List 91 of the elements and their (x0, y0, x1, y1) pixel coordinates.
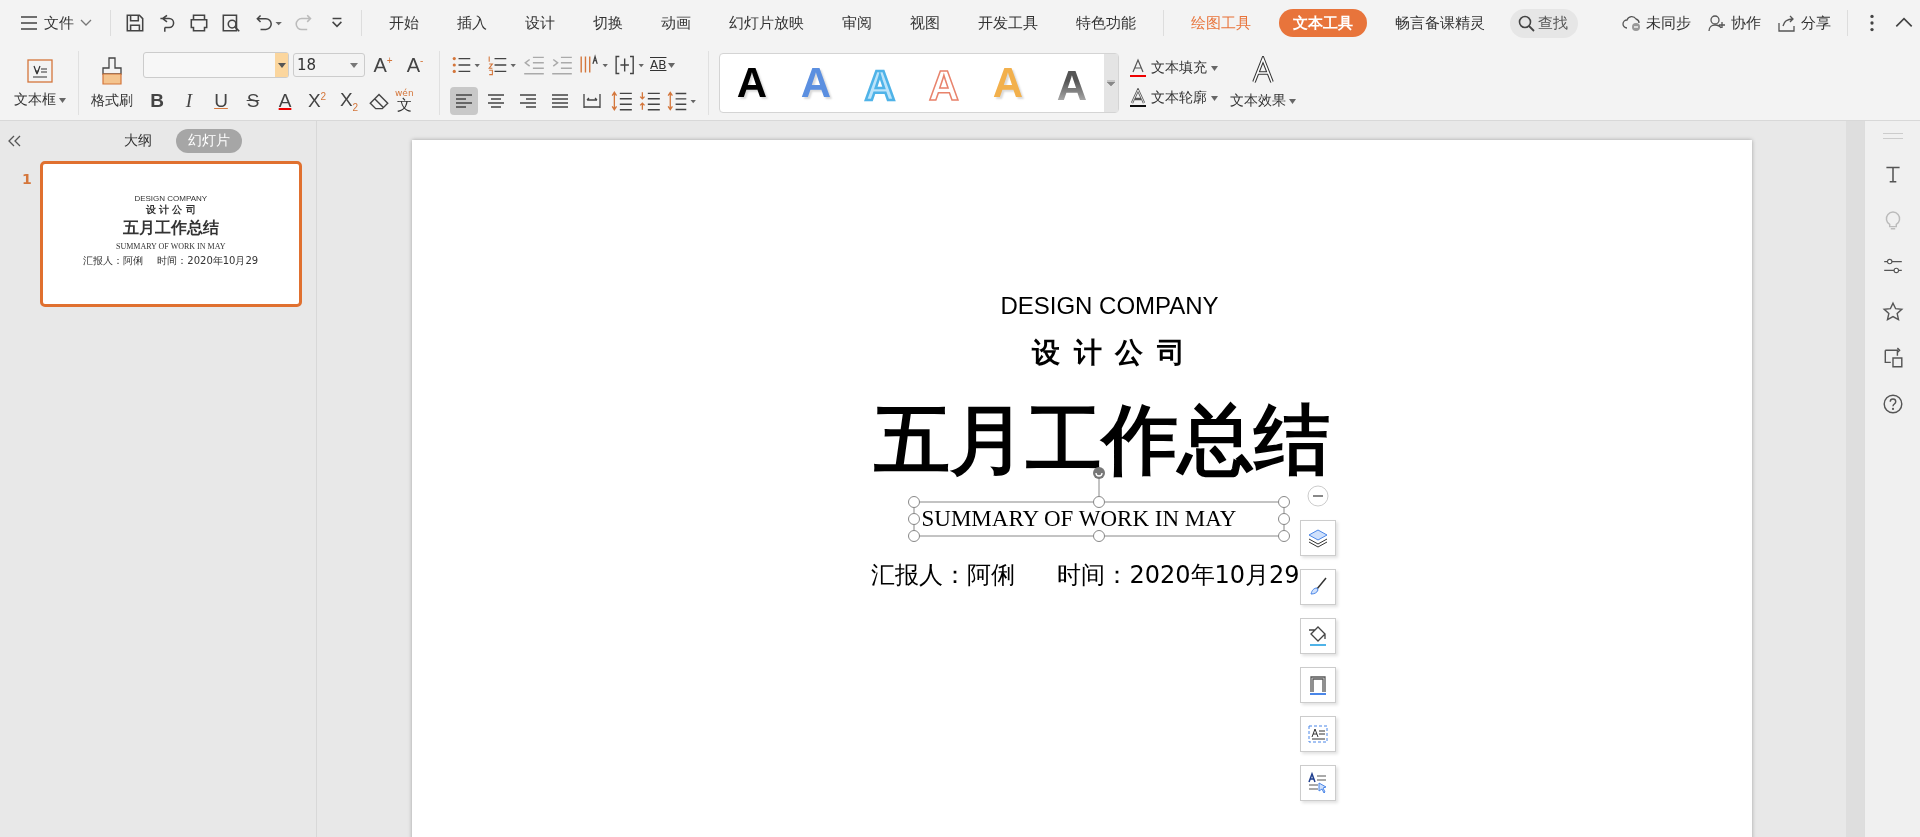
text-select-button[interactable] (1299, 765, 1336, 801)
toolbar-action-button[interactable]: 协作 (1707, 13, 1761, 33)
text-outline-icon (1129, 88, 1147, 108)
font-size-button[interactable]: A$^{-}$ (401, 53, 429, 77)
panel-tab[interactable]: 大纲 (112, 129, 164, 153)
scrollbar[interactable] (1846, 121, 1864, 837)
ribbon-tab[interactable]: 幻灯片放映 (719, 9, 814, 37)
font-name-field[interactable] (143, 52, 289, 78)
textbox-icon (25, 57, 55, 85)
company-name-text: 设 计 公 司 (1031, 335, 1188, 371)
align-distributed-icon (582, 92, 602, 110)
format-painter-button[interactable]: 格式刷 (85, 56, 139, 110)
ribbon-tab[interactable]: 插入 (447, 9, 497, 37)
align-left-icon (454, 92, 474, 110)
caret-icon (1211, 95, 1218, 101)
line-spacing-icon[interactable] (610, 89, 634, 113)
text-fill-icon (1129, 58, 1147, 78)
thumbnail-text: 设 计 公 司 (145, 203, 196, 217)
slide-number: 1 (22, 171, 32, 187)
text-effects-button[interactable]: 文本效果 (1224, 56, 1302, 110)
text-box-icon (1305, 722, 1330, 746)
share-icon (1777, 14, 1797, 32)
phonetic-guide-button[interactable]: wén 文 (395, 89, 414, 113)
slide-title: 五月工作总结 (873, 402, 1330, 478)
format-button[interactable]: B (143, 90, 171, 112)
thumbnail-text: 时间：2020年10月29 (157, 254, 259, 268)
slide-thumbnail[interactable]: DESIGN COMPANY 设 计 公 司 五月工作总结 SUMMARY OF WORK IN MAY 汇报人：阿俐 时间：2020年10月29 (39, 161, 302, 307)
align-text-icon[interactable] (614, 53, 646, 77)
spacing-options-icon[interactable] (666, 89, 698, 113)
ribbon-tab[interactable]: 畅言备课精灵 (1385, 9, 1495, 37)
star-icon[interactable] (1881, 301, 1904, 323)
thumbnail-title: 五月工作总结 (122, 218, 219, 239)
search-button[interactable]: 查找 (1510, 8, 1578, 38)
format-button[interactable]: S (239, 90, 267, 112)
caret-icon[interactable] (277, 62, 286, 68)
numbered-list-icon[interactable] (486, 53, 518, 77)
font-size-field[interactable]: 18 (293, 53, 365, 77)
thumbnail-text: DESIGN COMPANY (134, 194, 208, 203)
ribbon-tab[interactable]: 开发工具 (968, 9, 1048, 37)
align-justify-icon (550, 92, 570, 110)
align-center-icon (486, 92, 506, 110)
save-icon[interactable] (124, 12, 146, 34)
format-button[interactable]: A (271, 90, 299, 112)
thumbnail-text: SUMMARY OF WORK IN MAY (116, 242, 226, 251)
help-icon[interactable] (1881, 393, 1904, 415)
text-box-button[interactable] (1299, 716, 1336, 752)
ribbon-tab[interactable]: 特色功能 (1066, 9, 1146, 37)
textbox-button[interactable]: 文本框 (8, 57, 72, 109)
align-right-icon (518, 92, 538, 110)
chevron-down-icon (80, 19, 92, 27)
caret-icon (1211, 65, 1218, 71)
menu-icon (20, 16, 38, 30)
paragraph-spacing-icon[interactable] (638, 89, 662, 113)
search-icon (1518, 14, 1535, 32)
add-user-icon (1707, 14, 1727, 32)
dropdown-icon (1107, 80, 1115, 86)
toolbar-action-button[interactable]: 分享 (1777, 13, 1831, 33)
ribbon-tab[interactable]: 开始 (379, 9, 429, 37)
caret-icon (59, 97, 66, 103)
date-text: 时间：2020年10月29 (1057, 560, 1300, 591)
format-button[interactable]: I (175, 90, 203, 112)
print-icon[interactable] (188, 12, 210, 34)
font-size-button[interactable]: A$^{+}$ (369, 53, 397, 77)
fill-bucket-button[interactable] (1299, 618, 1336, 654)
collapse-tools-icon[interactable] (1306, 485, 1329, 507)
text-fill-button[interactable]: 文本填充 (1129, 58, 1218, 78)
company-name-text: DESIGN COMPANY (1000, 292, 1219, 320)
format-button[interactable]: X$^{2}$ (303, 90, 331, 112)
format-button[interactable]: U (207, 90, 235, 112)
text-outline-button[interactable]: 文本轮廓 (1129, 88, 1218, 108)
thumbnail-text: 汇报人：阿俐 (83, 254, 144, 268)
caret-icon (350, 62, 358, 68)
ribbon-tab[interactable]: 切换 (583, 9, 633, 37)
ribbon-tab[interactable]: 审阅 (832, 9, 882, 37)
align-button[interactable] (450, 87, 478, 115)
caret-icon (1289, 98, 1296, 104)
file-menu-button[interactable]: 文件 (16, 9, 96, 37)
columns-button[interactable]: AB (650, 58, 676, 72)
layers-button[interactable] (1299, 520, 1336, 556)
toolbar-action-button[interactable]: 未同步 (1622, 13, 1691, 33)
collapse-panel-icon[interactable] (8, 135, 22, 147)
format-button[interactable]: X$_{2}$ (335, 89, 363, 113)
ribbon-tab[interactable]: 动画 (651, 9, 701, 37)
brush-button[interactable] (1299, 569, 1336, 605)
reporter-text: 汇报人：阿俐 (871, 560, 1016, 591)
border-button[interactable] (1299, 667, 1336, 703)
caret-icon (668, 62, 676, 68)
cloud-icon (1622, 14, 1642, 32)
ribbon-tab[interactable]: 视图 (900, 9, 950, 37)
print-preview-icon[interactable] (220, 12, 242, 34)
ribbon-tab[interactable]: 设计 (515, 9, 565, 37)
